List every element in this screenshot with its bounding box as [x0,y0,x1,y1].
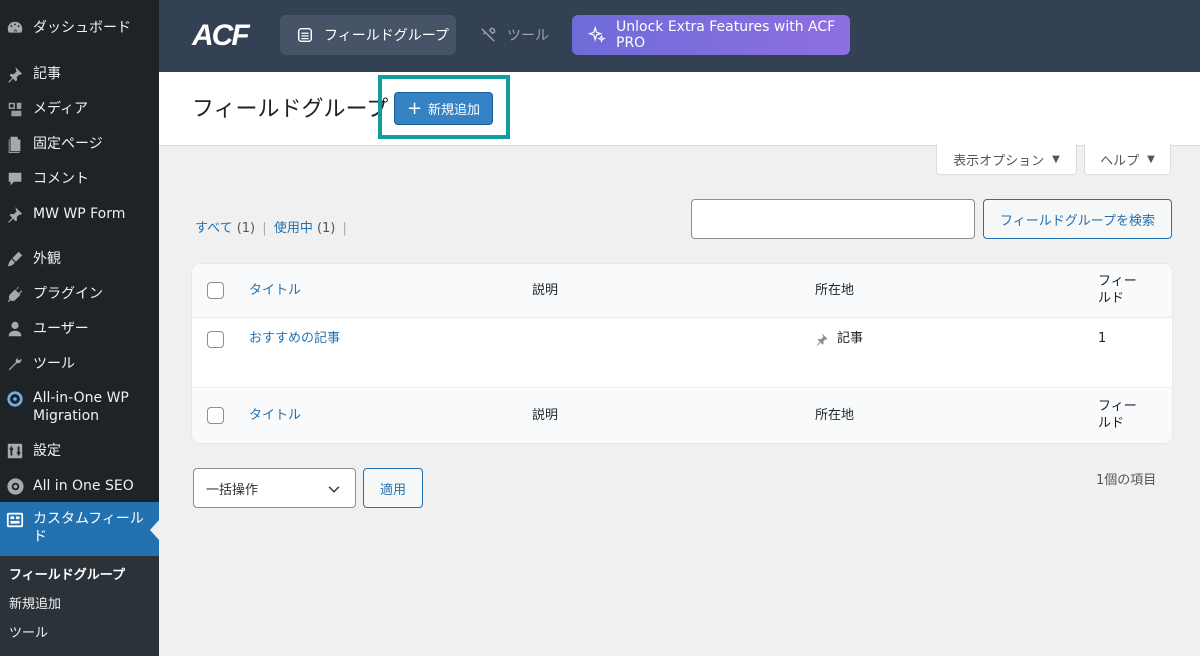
acf-unlock-pro-label: Unlock Extra Features with ACF PRO [616,19,836,51]
screen-options-label: 表示オプション [953,153,1045,169]
pin-icon [815,332,829,346]
seo-icon [5,476,25,496]
sparkle-icon [588,26,606,44]
row-checkbox[interactable] [207,331,224,348]
menu-item-media[interactable]: メディア [0,99,159,121]
acf-header-bar: ACF フィールドグループ ツール Unlock Extra Features … [159,0,1200,72]
menu-item-tools[interactable]: ツール [0,354,159,376]
column-title-footer[interactable]: タイトル [249,407,301,424]
column-fields-footer: フィールド [1098,399,1137,431]
menu-item-appearance[interactable]: 外観 [0,249,159,271]
appearance-icon [5,249,25,269]
add-new-button[interactable]: + 新規追加 [394,92,493,125]
bulk-actions-selected: 一括操作 [206,482,259,498]
admin-sidebar: ダッシュボード 記事 メディア 固定ページ コメント MW WP Form 外観… [0,0,159,656]
select-all-checkbox[interactable] [207,282,224,299]
row-title-link[interactable]: おすすめの記事 [249,330,340,347]
help-tab[interactable]: ヘルプ ▼ [1084,144,1171,175]
help-label: ヘルプ [1100,153,1140,169]
menu-item-plugins[interactable]: プラグイン [0,284,159,306]
menu-item-users[interactable]: ユーザー [0,319,159,341]
row-location: 記事 [815,330,863,347]
select-all-checkbox-footer[interactable] [207,407,224,424]
pin-icon [5,64,25,84]
page-title: フィールドグループ [192,97,389,122]
table-header-row: タイトル 説明 所在地 フィールド [192,264,1172,318]
filter-separator: | [262,221,267,236]
filter-active[interactable]: 使用中 [274,221,313,236]
page-icon [5,134,25,154]
items-count: 1個の項目 [1096,473,1157,488]
filter-all[interactable]: すべて [195,221,233,236]
menu-item-aio-migration[interactable]: All-in-One WP Migration [0,388,159,428]
menu-item-aioseo[interactable]: All in One SEO [0,476,159,498]
status-filters: すべて (1) | 使用中 (1) | [195,221,350,237]
user-icon [5,319,25,339]
search-input[interactable] [691,199,975,239]
list-icon [296,26,314,44]
media-icon [5,99,25,119]
page-header: フィールドグループ + 新規追加 [159,72,1200,146]
chevron-down-icon [327,482,341,500]
menu-item-pages[interactable]: 固定ページ [0,134,159,156]
acf-nav-tools-label: ツール [507,28,549,44]
field-groups-table: タイトル 説明 所在地 フィールド おすすめの記事 記事 1 タイトル 説明 所… [192,264,1172,443]
table-footer-row: タイトル 説明 所在地 フィールド [192,389,1172,443]
menu-item-custom-fields[interactable]: カスタムフィールド [0,502,159,556]
caret-down-icon: ▼ [1052,153,1060,165]
column-description-header: 説明 [532,283,559,298]
menu-item-comments[interactable]: コメント [0,169,159,191]
row-fields-count: 1 [1098,331,1107,346]
row-location-label: 記事 [837,331,864,346]
custom-fields-submenu: フィールドグループ 新規追加 ツール [0,556,159,656]
column-title-header[interactable]: タイトル [249,282,301,299]
submenu-item-tools[interactable]: ツール [9,626,48,642]
active-menu-arrow [150,520,159,540]
plugin-icon [5,284,25,304]
acf-nav-field-groups-label: フィールドグループ [324,28,449,44]
pin-icon [5,204,25,224]
add-new-label: 新規追加 [428,103,481,118]
menu-item-mw-wp-form[interactable]: MW WP Form [0,204,159,226]
filter-separator: | [342,221,347,236]
apply-button[interactable]: 適用 [363,468,423,508]
settings-icon [5,441,25,461]
filter-all-count: (1) [236,221,256,236]
wrench-icon [5,354,25,374]
filter-active-count: (1) [316,221,336,236]
caret-down-icon: ▼ [1147,153,1155,165]
bulk-actions-select[interactable]: 一括操作 [193,468,356,508]
screen-options-tab[interactable]: 表示オプション ▼ [936,144,1077,175]
column-fields-header: フィールド [1098,274,1137,306]
menu-item-settings[interactable]: 設定 [0,441,159,463]
submenu-item-field-groups[interactable]: フィールドグループ [9,568,125,584]
plus-icon: + [406,97,423,119]
dashboard-icon [5,18,25,38]
column-location-footer: 所在地 [815,408,855,423]
migration-icon [5,389,25,409]
acf-nav-tools[interactable]: ツール [477,15,553,55]
custom-fields-icon [5,510,25,530]
table-row: おすすめの記事 記事 1 [192,318,1172,388]
menu-item-dashboard[interactable]: ダッシュボード [0,18,159,40]
submenu-item-add-new[interactable]: 新規追加 [9,597,61,613]
acf-logo[interactable]: ACF [192,20,250,52]
tools-icon [479,26,497,44]
column-description-footer: 説明 [532,408,559,423]
column-location-header: 所在地 [815,283,855,298]
search-field-groups-button[interactable]: フィールドグループを検索 [983,199,1172,239]
acf-nav-field-groups[interactable]: フィールドグループ [280,15,456,55]
menu-item-posts[interactable]: 記事 [0,64,159,86]
comment-icon [5,169,25,189]
acf-unlock-pro-button[interactable]: Unlock Extra Features with ACF PRO [572,15,850,55]
